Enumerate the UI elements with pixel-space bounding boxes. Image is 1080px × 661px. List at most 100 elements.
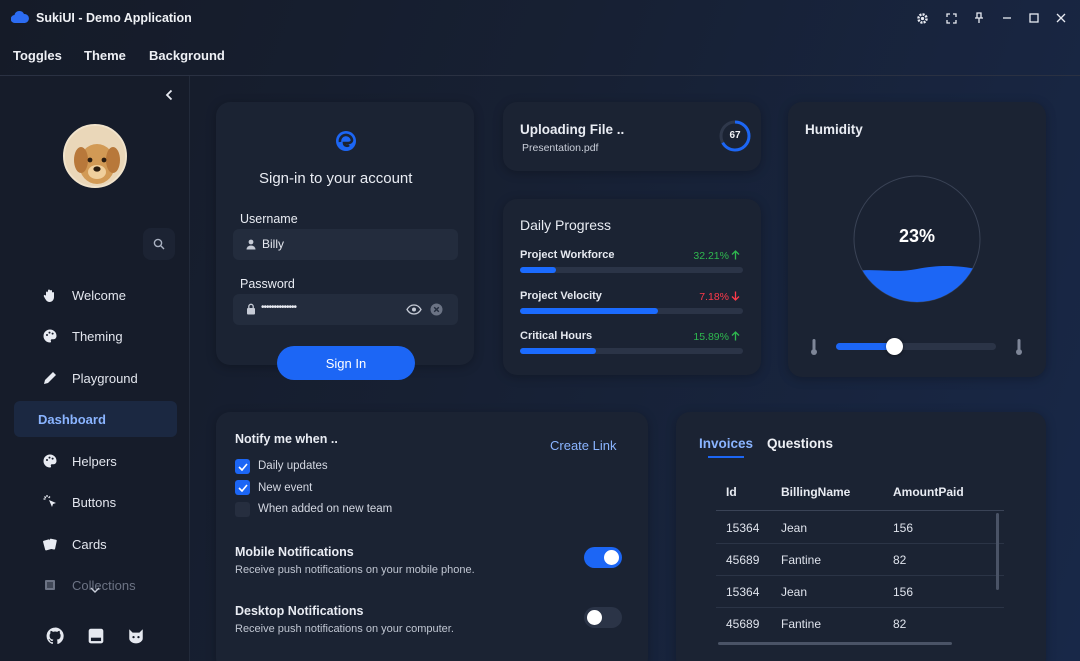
menu-toggles[interactable]: Toggles <box>13 48 62 63</box>
sidebar-item-label: Helpers <box>72 453 117 469</box>
edge-logo-icon <box>336 131 356 151</box>
avatar[interactable] <box>63 124 127 188</box>
cell-amountpaid: 156 <box>893 521 914 535</box>
sidebar-item-label: Theming <box>72 328 123 344</box>
mobile-notifications-title: Mobile Notifications <box>235 545 354 559</box>
fullscreen-icon[interactable] <box>942 9 960 27</box>
cloud-logo-icon <box>11 10 29 24</box>
sidebar-item-cards[interactable]: Cards <box>14 526 177 562</box>
sidebar-item-welcome[interactable]: Welcome <box>14 277 177 313</box>
sidebar-item-buttons[interactable]: Buttons <box>14 484 177 520</box>
desktop-notifications-toggle[interactable] <box>584 607 622 628</box>
cards-icon <box>43 538 57 551</box>
cat-icon[interactable] <box>127 627 145 645</box>
checkbox-daily-updates[interactable] <box>235 459 250 474</box>
column-header-amountpaid[interactable]: AmountPaid <box>893 485 964 499</box>
eye-icon[interactable] <box>406 304 422 315</box>
pencil-icon <box>44 372 56 384</box>
palette-icon <box>43 454 57 468</box>
header-divider <box>716 510 1004 511</box>
window-icon[interactable] <box>87 627 105 645</box>
tab-questions[interactable]: Questions <box>767 436 833 451</box>
sidebar-item-label: Dashboard <box>38 411 106 427</box>
mobile-notifications-toggle[interactable] <box>584 547 622 568</box>
sidebar-item-dashboard[interactable]: Dashboard <box>14 401 177 437</box>
create-link-button[interactable]: Create Link <box>550 438 616 453</box>
desktop-notifications-title: Desktop Notifications <box>235 604 364 618</box>
progress-fill <box>520 348 596 354</box>
menu-theme[interactable]: Theme <box>84 48 126 63</box>
thermometer-icon <box>1016 339 1022 355</box>
settings-icon[interactable] <box>913 9 931 27</box>
pin-icon[interactable] <box>970 9 988 27</box>
slider-thumb[interactable] <box>886 338 903 355</box>
sidebar-item-playground[interactable]: Playground <box>14 360 177 396</box>
row-divider <box>716 575 1004 576</box>
cell-id: 15364 <box>726 521 760 535</box>
minimize-icon[interactable] <box>998 9 1016 27</box>
vertical-scrollbar[interactable] <box>996 513 999 590</box>
upload-progress-value: 67 <box>729 130 741 141</box>
progress-name: Critical Hours <box>520 330 593 342</box>
checkbox-label: Daily updates <box>258 460 328 472</box>
username-label: Username <box>240 212 298 226</box>
dog-avatar-image <box>65 126 125 186</box>
arrow-down-icon <box>731 291 740 301</box>
maximize-icon[interactable] <box>1025 9 1043 27</box>
close-icon[interactable] <box>1052 9 1070 27</box>
password-field[interactable]: •••••••••••••• <box>233 294 458 325</box>
column-header-billingname[interactable]: BillingName <box>781 485 850 499</box>
progress-name: Project Velocity <box>520 290 602 302</box>
cell-billingname: Jean <box>781 521 808 535</box>
check-icon <box>237 483 248 492</box>
hand-icon <box>43 289 54 302</box>
check-icon <box>237 462 248 471</box>
search-icon <box>153 238 165 250</box>
tab-invoices[interactable]: Invoices <box>699 436 753 451</box>
clear-icon[interactable] <box>430 303 443 316</box>
chevron-left-icon[interactable] <box>160 86 178 104</box>
sidebar-item-helpers[interactable]: Helpers <box>14 443 177 479</box>
upload-title: Uploading File .. <box>520 122 625 137</box>
sidebar-item-label: Cards <box>72 536 107 552</box>
menu-background[interactable]: Background <box>149 48 225 63</box>
horizontal-scrollbar[interactable] <box>718 642 952 645</box>
sidebar-item-label: Buttons <box>72 494 117 510</box>
row-divider <box>716 607 1004 608</box>
palette-icon <box>43 329 57 343</box>
title-bar: SukiUI - Demo Application <box>0 0 1080 36</box>
daily-progress-title: Daily Progress <box>520 217 612 233</box>
arrow-up-icon <box>731 331 740 341</box>
lock-icon <box>247 303 255 315</box>
checkbox-new-event[interactable] <box>235 480 250 495</box>
sign-in-button[interactable]: Sign In <box>277 346 415 380</box>
cell-billingname: Fantine <box>781 553 822 567</box>
arrow-up-icon <box>731 250 740 260</box>
sidebar-item-collections[interactable]: Collections <box>14 567 177 603</box>
mobile-notifications-desc: Receive push notifications on your mobil… <box>235 564 475 576</box>
chevron-down-icon[interactable] <box>90 587 100 593</box>
username-field[interactable]: Billy <box>233 229 458 260</box>
progress-fill <box>520 308 659 314</box>
user-icon <box>246 239 256 250</box>
column-header-id[interactable]: Id <box>726 485 737 499</box>
progress-bar <box>520 308 743 314</box>
thermometer-icon <box>811 339 817 355</box>
password-label: Password <box>240 277 295 291</box>
sidebar-item-label: Collections <box>72 577 136 593</box>
cell-amountpaid: 82 <box>893 617 907 631</box>
progress-fill <box>520 267 556 273</box>
humidity-value: 23% <box>898 226 936 246</box>
cell-id: 15364 <box>726 585 760 599</box>
humidity-slider[interactable] <box>836 338 996 355</box>
notify-title: Notify me when .. <box>235 432 338 446</box>
window-title: SukiUI - Demo Application <box>36 11 192 25</box>
checkbox-new-team[interactable] <box>235 502 250 517</box>
sidebar-item-theming[interactable]: Theming <box>14 318 177 354</box>
search-button[interactable] <box>143 228 175 260</box>
github-icon[interactable] <box>46 627 64 645</box>
sidebar: Welcome Theming Playground Dashboard Hel… <box>0 76 190 661</box>
progress-bar <box>520 267 743 273</box>
progress-value: 7.18% <box>699 291 729 303</box>
sidebar-item-label: Welcome <box>72 287 126 303</box>
